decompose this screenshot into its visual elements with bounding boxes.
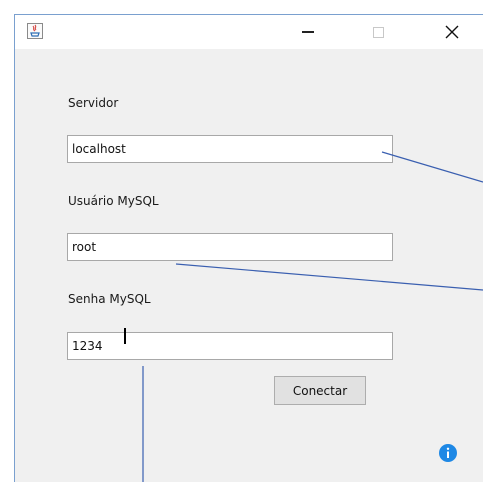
minimize-icon: [302, 31, 314, 33]
conectar-button[interactable]: Conectar: [274, 376, 366, 405]
senha-label: Senha MySQL: [68, 292, 151, 306]
usuario-label: Usuário MySQL: [68, 194, 159, 208]
minimize-button[interactable]: [285, 15, 331, 49]
usuario-input[interactable]: [67, 233, 393, 261]
servidor-label: Servidor: [68, 96, 119, 110]
servidor-input[interactable]: [67, 135, 393, 163]
info-icon: [438, 443, 458, 463]
senha-input[interactable]: [67, 332, 393, 360]
maximize-icon: [372, 26, 384, 38]
title-bar[interactable]: [15, 15, 483, 49]
close-button[interactable]: [429, 15, 475, 49]
maximize-button[interactable]: [355, 15, 401, 49]
close-icon: [445, 25, 459, 39]
java-app-icon: [27, 23, 43, 39]
text-caret: [124, 328, 126, 344]
screenshot-stage: Servidor Usuário MySQL Senha MySQL Conec…: [0, 0, 483, 482]
